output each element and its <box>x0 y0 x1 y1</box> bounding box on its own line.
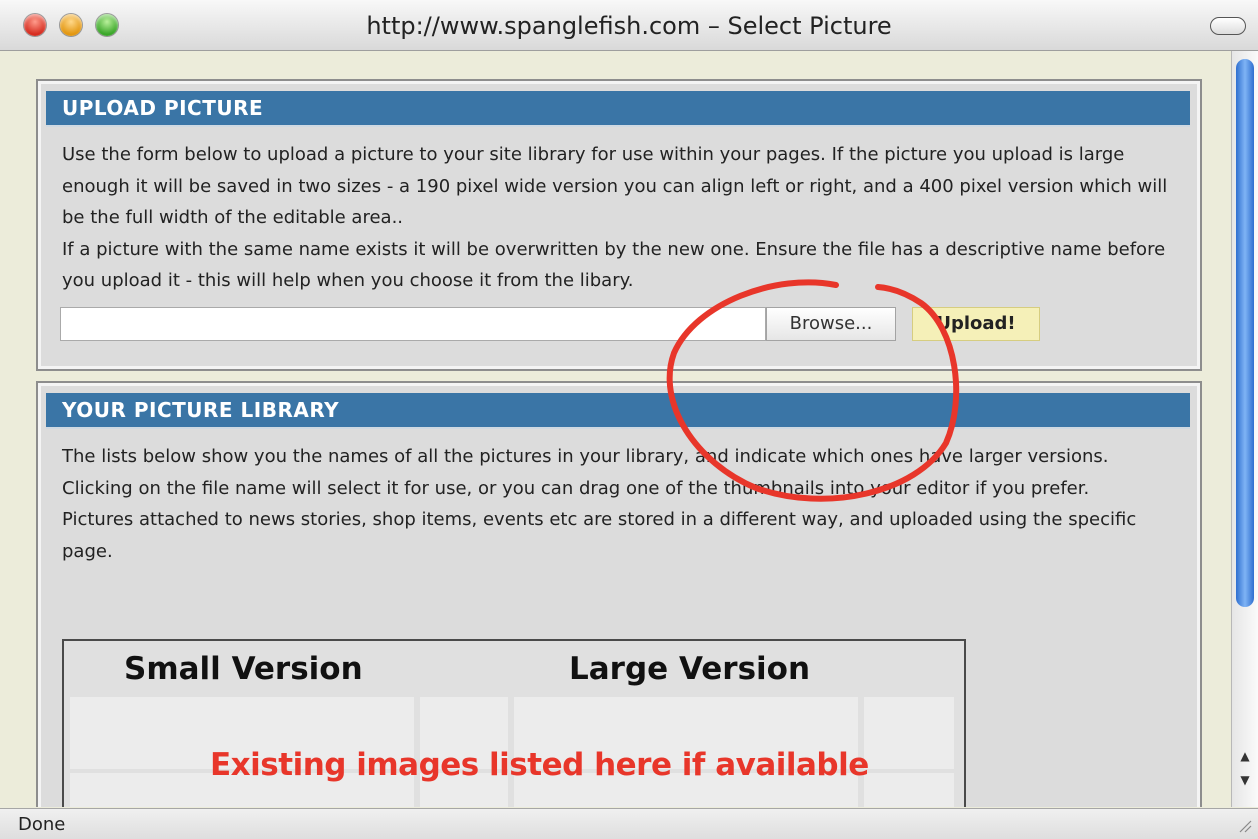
picture-library-table: Small Version Large Version Existing ima… <box>62 639 966 807</box>
scrollbar-thumb[interactable] <box>1236 59 1254 607</box>
library-instructions: The lists below show you the names of al… <box>62 441 1176 567</box>
resize-grip-icon[interactable] <box>1236 817 1252 833</box>
vertical-scrollbar[interactable]: ▲ ▼ <box>1231 51 1258 807</box>
page-viewport: UPLOAD PICTURE Use the form below to upl… <box>6 51 1232 807</box>
toolbar-toggle-button[interactable] <box>1210 17 1246 35</box>
status-bar: Done <box>0 808 1258 839</box>
picture-library-header: YOUR PICTURE LIBRARY <box>46 393 1190 429</box>
library-instructions-paragraph-1: The lists below show you the names of al… <box>62 446 1109 499</box>
upload-form: Browse... Upload! <box>60 307 1160 343</box>
scroll-down-arrow-icon[interactable]: ▼ <box>1232 769 1258 791</box>
table-cell <box>864 697 954 769</box>
status-text: Done <box>18 814 66 835</box>
upload-button[interactable]: Upload! <box>912 307 1040 341</box>
upload-instructions-paragraph-1: Use the form below to upload a picture t… <box>62 144 1168 228</box>
window-title: http://www.spanglefish.com – Select Pict… <box>366 12 892 40</box>
upload-instructions: Use the form below to upload a picture t… <box>62 139 1176 297</box>
picture-library-panel: YOUR PICTURE LIBRARY The lists below sho… <box>36 381 1202 807</box>
existing-images-note: Existing images listed here if available <box>210 747 869 783</box>
browse-button[interactable]: Browse... <box>766 307 896 341</box>
scroll-up-arrow-icon[interactable]: ▲ <box>1232 745 1258 767</box>
file-path-input[interactable] <box>60 307 766 341</box>
window-titlebar: http://www.spanglefish.com – Select Pict… <box>0 0 1258 51</box>
upload-picture-panel: UPLOAD PICTURE Use the form below to upl… <box>36 79 1202 371</box>
table-cell <box>864 773 954 807</box>
upload-picture-header: UPLOAD PICTURE <box>46 91 1190 127</box>
upload-instructions-paragraph-2: If a picture with the same name exists i… <box>62 238 1166 292</box>
library-instructions-paragraph-2: Pictures attached to news stories, shop … <box>62 509 1137 562</box>
small-version-heading: Small Version <box>124 651 363 687</box>
large-version-heading: Large Version <box>569 651 811 687</box>
